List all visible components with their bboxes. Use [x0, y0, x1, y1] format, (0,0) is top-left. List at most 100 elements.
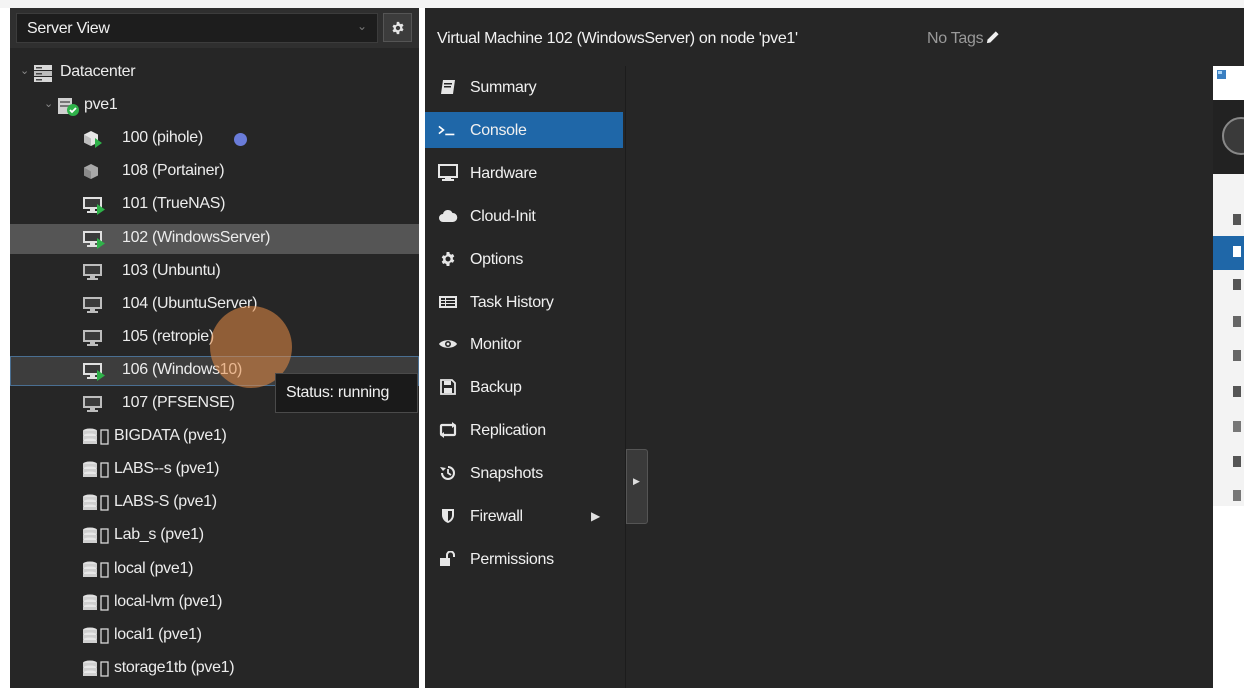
nav-item-label: Monitor — [470, 336, 522, 354]
nav-item-task-history[interactable]: Task History — [425, 284, 623, 320]
tree-node[interactable]: BIGDATA (pve1) — [10, 422, 419, 452]
task-history-icon — [438, 293, 458, 311]
resource-tree-panel: Server View ⌄ ⌄ Datacenter ⌄ pve1 100 (pihol… — [10, 8, 419, 688]
vm-stopped-icon — [82, 394, 104, 414]
tree-node[interactable]: local-lvm (pve1) — [10, 588, 419, 618]
nav-item-summary[interactable]: Summary — [425, 69, 623, 105]
tree-node-label: BIGDATA (pve1) — [114, 427, 227, 445]
tree-node[interactable]: 100 (pihole) — [10, 124, 419, 154]
nav-item-label: Summary — [470, 79, 537, 96]
nav-item-hardware[interactable]: Hardware — [425, 155, 623, 191]
storage-icon — [82, 659, 109, 679]
view-selector-label: Server View — [27, 20, 110, 37]
tree-node[interactable]: LABS--s (pve1) — [10, 455, 419, 485]
nav-item-label: Console — [470, 121, 527, 139]
gear-icon — [391, 21, 404, 34]
expander-chevron-icon[interactable]: ⌄ — [44, 97, 53, 110]
window-top-edge — [0, 0, 1244, 8]
tags-editor[interactable]: No Tags — [927, 30, 1000, 48]
tree-node-label: Datacenter — [60, 63, 136, 80]
tree-node-label: local1 (pve1) — [114, 625, 202, 643]
triangle-right-icon: ▶ — [633, 476, 640, 486]
replication-icon — [438, 421, 458, 439]
tree-node-label: 101 (TrueNAS) — [122, 195, 226, 213]
page-title: Virtual Machine 102 (WindowsServer) on n… — [437, 30, 798, 47]
console-toolbar-fragment — [1213, 66, 1244, 506]
tree-node[interactable]: 103 (Unbuntu) — [10, 257, 419, 287]
nav-item-backup[interactable]: Backup — [425, 369, 623, 405]
floppy-icon — [438, 378, 458, 396]
tree-node-label: 106 (Windows10) — [122, 360, 243, 378]
content-header: Virtual Machine 102 (WindowsServer) on n… — [425, 8, 1244, 66]
tree-node[interactable]: ⌄ pve1 — [10, 91, 419, 121]
gear-icon — [438, 250, 458, 268]
tree-node-label: pve1 — [84, 96, 118, 114]
hardware-icon — [438, 163, 458, 182]
nav-item-monitor[interactable]: Monitor — [425, 326, 623, 362]
nav-item-label: Hardware — [470, 164, 537, 182]
tree-node-label: LABS--s (pve1) — [114, 460, 220, 478]
cloud-icon — [438, 207, 458, 225]
storage-icon — [82, 526, 109, 546]
tree-node-label: 104 (UbuntuServer) — [122, 294, 258, 312]
tree-node[interactable]: 102 (WindowsServer) — [10, 223, 419, 254]
collapse-panel-handle[interactable]: ▶ — [626, 449, 648, 524]
tree-node[interactable]: LABS-S (pve1) — [10, 488, 419, 518]
console-icon — [438, 121, 458, 139]
tree-node[interactable]: 105 (retropie) — [10, 323, 419, 353]
vm-stopped-icon — [82, 328, 104, 348]
tree-node-label: 102 (WindowsServer) — [122, 228, 271, 246]
tree-toolbar: Server View ⌄ — [10, 8, 419, 48]
nav-item-console[interactable]: Console — [425, 111, 623, 148]
expander-chevron-icon[interactable]: ⌄ — [20, 64, 29, 77]
view-selector[interactable]: Server View ⌄ — [16, 13, 378, 43]
storage-icon — [82, 626, 109, 646]
nav-item-cloud-init[interactable]: Cloud-Init — [425, 198, 623, 234]
vm-running-icon — [82, 195, 105, 216]
tree-node[interactable]: ⌄ Datacenter — [10, 58, 419, 88]
nav-item-options[interactable]: Options — [425, 241, 623, 277]
vm-stopped-icon — [82, 262, 104, 282]
vm-stopped-icon — [82, 295, 104, 315]
nav-item-label: Backup — [470, 379, 522, 397]
vm-running-icon — [82, 361, 105, 381]
console-view[interactable] — [625, 66, 1213, 688]
nav-item-replication[interactable]: Replication — [425, 412, 623, 448]
nav-item-permissions[interactable]: Permissions — [425, 541, 623, 577]
unlock-icon — [438, 550, 458, 568]
storage-icon — [82, 427, 109, 447]
tree-node[interactable]: Lab_s (pve1) — [10, 521, 419, 551]
nav-item-label: Permissions — [470, 550, 554, 568]
nav-item-label: Replication — [470, 422, 546, 440]
tree-node-label: local (pve1) — [114, 559, 194, 577]
tree-node[interactable]: storage1tb (pve1) — [10, 654, 419, 684]
tree-node-label: 100 (pihole) — [122, 129, 203, 147]
node-online-icon — [56, 96, 79, 117]
tree-node-label: 108 (Portainer) — [122, 162, 225, 180]
nav-item-label: Options — [470, 250, 524, 268]
tree-node-label: 107 (PFSENSE) — [122, 394, 235, 411]
tree-node[interactable]: local (pve1) — [10, 555, 419, 585]
container-running-icon — [82, 129, 104, 149]
nav-item-label: Cloud-Init — [470, 207, 536, 225]
storage-icon — [82, 493, 109, 513]
storage-icon — [82, 593, 109, 613]
console-window-edge — [1213, 66, 1244, 688]
nav-item-snapshots[interactable]: Snapshots — [425, 455, 623, 491]
pencil-icon — [987, 31, 999, 44]
tree-node[interactable]: 104 (UbuntuServer) — [10, 290, 419, 320]
tag-dot-icon — [234, 133, 247, 147]
tree-node-label: Lab_s (pve1) — [114, 526, 204, 544]
tree-settings-button[interactable] — [383, 13, 412, 42]
storage-icon — [82, 460, 109, 480]
tree-node-label: local-lvm (pve1) — [114, 592, 223, 610]
nav-item-label: Snapshots — [470, 465, 543, 483]
tree-node-label: 103 (Unbuntu) — [122, 261, 221, 279]
eye-icon — [438, 335, 458, 353]
tree-node[interactable]: local1 (pve1) — [10, 621, 419, 651]
tree-node[interactable]: 108 (Portainer) — [10, 157, 419, 187]
summary-icon — [438, 78, 458, 96]
vm-nav-menu: Summary Console Hardware Cloud-Init Options T… — [425, 66, 625, 688]
nav-item-firewall[interactable]: Firewall ▶ — [425, 498, 623, 534]
tree-node[interactable]: 101 (TrueNAS) — [10, 190, 419, 220]
